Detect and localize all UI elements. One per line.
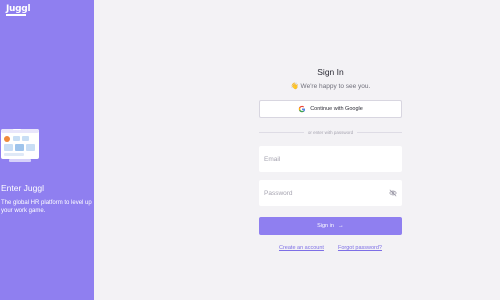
password-input[interactable]: [264, 189, 384, 197]
left-panel: Juggl Enter Juggl The global HR platform…: [0, 0, 94, 300]
divider-line-left: [259, 131, 304, 133]
google-button-label: Continue with Google: [310, 106, 363, 112]
sign-in-button-label: Sign in: [317, 223, 334, 229]
divider-text: or enter with password: [307, 129, 354, 135]
forgot-password-link[interactable]: Forgot password?: [338, 245, 382, 251]
email-input[interactable]: [264, 155, 384, 163]
divider-line-right: [357, 131, 402, 133]
logo-underline: [6, 14, 26, 16]
auth-links: Create an account Forgot password?: [259, 245, 402, 251]
signin-title: Sign In: [317, 67, 344, 77]
divider: or enter with password: [259, 128, 402, 136]
eye-off-icon[interactable]: [389, 189, 397, 197]
logo-text: Juggl: [6, 4, 31, 14]
welcome-text: 👋 We're happy to see you.: [290, 83, 371, 90]
password-field[interactable]: [259, 180, 402, 206]
google-icon: [299, 105, 306, 113]
create-account-link[interactable]: Create an account: [279, 245, 324, 251]
arrow-right-icon: →: [337, 223, 344, 229]
continue-with-google-button[interactable]: Continue with Google: [259, 100, 402, 118]
logo[interactable]: Juggl: [6, 4, 31, 16]
dashboard-illustration: [1, 129, 39, 162]
panel-title: Enter Juggl: [1, 183, 44, 193]
panel-tagline: The global HR platform to level up your …: [1, 200, 92, 214]
sign-in-button[interactable]: Sign in →: [259, 217, 402, 235]
email-field[interactable]: [259, 146, 402, 172]
